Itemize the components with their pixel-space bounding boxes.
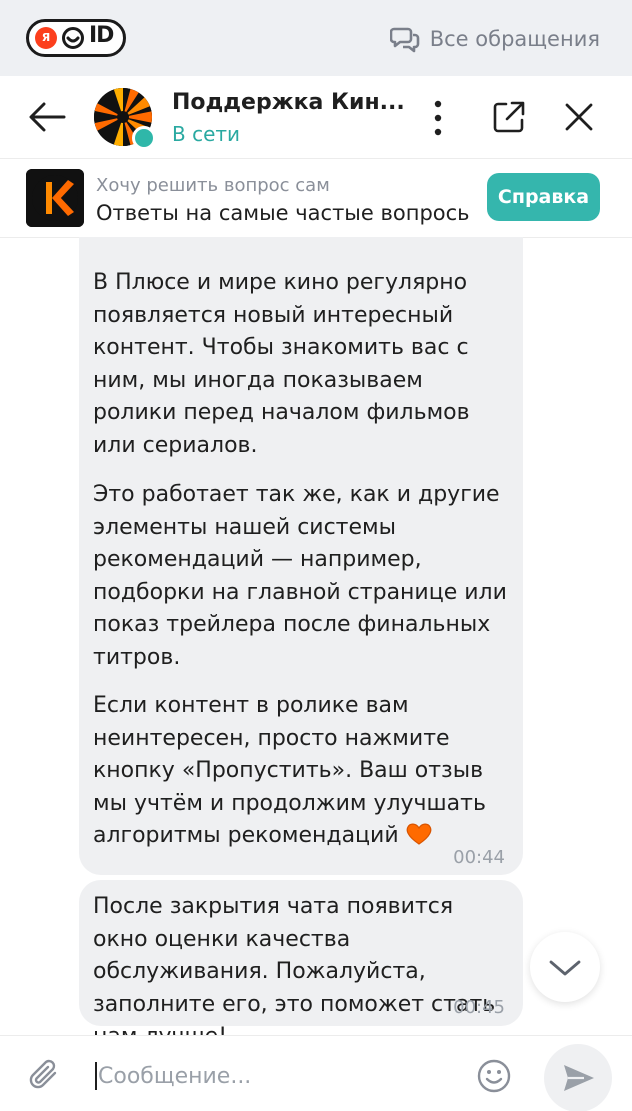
message-bubble: После закрытия чата появится окно оценки… xyxy=(79,880,523,1035)
yandex-id-logo[interactable]: Я ID xyxy=(26,19,126,57)
scroll-down-button[interactable] xyxy=(530,932,600,1002)
help-caption: Хочу решить вопрос сам xyxy=(96,175,330,196)
support-chat-app: Я ID Все обращения Поддержка Кин... В се… xyxy=(0,0,632,1111)
chat-title: Поддержка Кин... xyxy=(172,90,405,115)
more-options-icon[interactable] xyxy=(424,96,452,140)
online-indicator xyxy=(132,126,156,150)
chat-bubbles-icon xyxy=(389,27,420,53)
chat-header: Поддержка Кин... В сети xyxy=(0,76,632,159)
chevron-down-icon xyxy=(549,960,581,976)
top-bar: Я ID Все обращения xyxy=(0,0,632,76)
help-button[interactable]: Справка xyxy=(487,173,600,221)
all-requests-label: Все обращения xyxy=(429,27,600,51)
smile-icon xyxy=(62,27,84,49)
close-icon[interactable] xyxy=(560,98,598,136)
paperclip-icon[interactable] xyxy=(28,1058,62,1094)
send-button[interactable] xyxy=(544,1044,612,1111)
text-caret xyxy=(95,1062,97,1090)
message-list[interactable]: В Плюсе и мире кино регулярно появляется… xyxy=(0,237,632,1035)
open-external-icon[interactable] xyxy=(490,98,528,136)
message-paragraph: Это работает так же, как и другие элемен… xyxy=(93,482,507,670)
yandex-logo-letter: Я xyxy=(35,27,57,49)
message-paragraph: После закрытия чата появится окно оценки… xyxy=(93,894,496,1035)
message-paragraph: В Плюсе и мире кино регулярно появляется… xyxy=(93,270,470,458)
message-time: 00:44 xyxy=(453,847,505,868)
online-status: В сети xyxy=(172,122,241,146)
back-arrow-icon[interactable] xyxy=(26,96,68,138)
kinopoisk-help-logo xyxy=(26,169,84,227)
send-icon xyxy=(564,1065,594,1091)
emoji-icon[interactable] xyxy=(476,1058,512,1094)
kinopoisk-logo-icon xyxy=(26,169,84,227)
self-help-banner: Хочу решить вопрос сам Ответы на самые ч… xyxy=(0,159,632,238)
message-composer xyxy=(0,1035,632,1111)
message-paragraph: Если контент в ролике вам неинтересен, п… xyxy=(93,690,513,853)
help-description: Ответы на самые частые вопрось xyxy=(96,201,470,225)
orange-heart-icon xyxy=(406,823,432,845)
all-requests-link[interactable]: Все обращения xyxy=(389,24,600,54)
id-label: ID xyxy=(89,23,114,48)
message-bubble: В Плюсе и мире кино регулярно появляется… xyxy=(79,237,523,875)
message-time: 00:45 xyxy=(453,997,505,1018)
message-input[interactable] xyxy=(98,1056,458,1096)
